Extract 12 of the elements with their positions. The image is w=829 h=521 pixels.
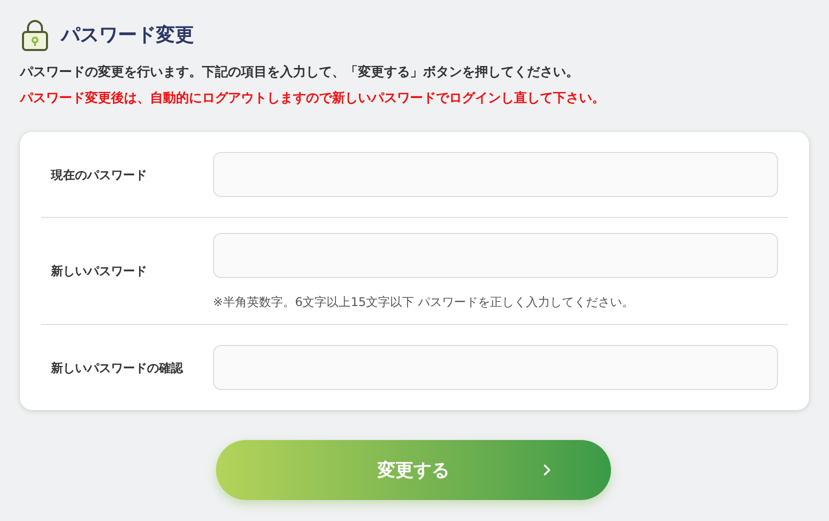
lock-icon	[21, 19, 49, 51]
page-title: パスワード変更	[61, 22, 194, 48]
hint-text: ※半角英数字。6文字以上15文字以下 パスワードを正しく入力してください。	[213, 294, 635, 311]
field-label: 新しいパスワード	[50, 263, 148, 280]
field-label: 新しいパスワードの確認	[50, 360, 184, 376]
submit-button[interactable]: 変更する	[216, 440, 611, 500]
password-field[interactable]	[213, 233, 778, 278]
password-field[interactable]	[213, 345, 778, 390]
password-field[interactable]	[213, 152, 778, 197]
warning-text: パスワード変更後は、自動的にログアウトしますので新しいパスワードでログインし直して下さい。	[20, 90, 606, 108]
description-text: パスワードの変更を行います。下記の項目を入力して、「変更する」ボタンを押してください。	[20, 64, 580, 82]
field-label: 現在のパスワード	[50, 166, 148, 184]
